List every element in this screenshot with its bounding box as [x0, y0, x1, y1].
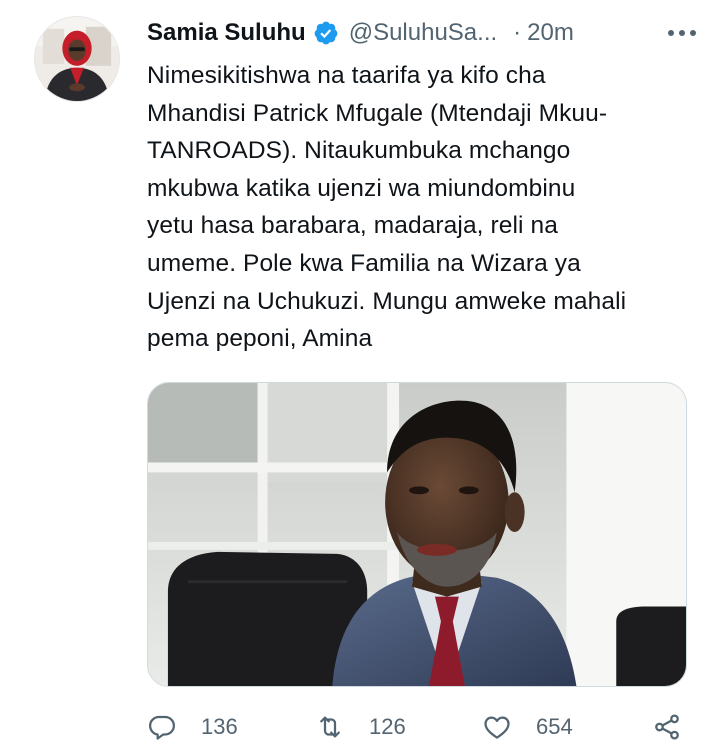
tweet-text-line: TANROADS). Nitaukumbuka mchango	[147, 137, 571, 165]
verified-badge-icon	[314, 21, 338, 45]
author-handle[interactable]: @SuluhuSa...	[349, 19, 497, 47]
tweet-text-line: Nimesikitishwa na taarifa ya kifo cha	[147, 62, 546, 89]
like-button[interactable]: 654	[482, 712, 573, 742]
retweet-button[interactable]: 126	[315, 712, 406, 742]
author-name[interactable]: Samia Suluhu	[147, 19, 306, 47]
retweet-icon	[320, 716, 340, 738]
tweet-text-line: Ujenzi na Uchukuzi. Mungu amweke mahali	[147, 287, 627, 315]
like-count: 654	[536, 714, 573, 739]
tweet-text-line: yetu hasa barabara, madaraja, reli na	[147, 212, 558, 240]
reply-count: 136	[201, 714, 238, 739]
photo-image	[148, 383, 686, 686]
separator-dot: ·	[513, 19, 522, 46]
share-icon	[655, 714, 679, 740]
tweet-text-line: mkubwa katika ujenzi wa miundombinu	[147, 174, 576, 202]
tweet-text: Nimesikitishwa na taarifa ya kifo cha Mh…	[147, 57, 702, 358]
tweet-actions: 136 126 654	[147, 707, 692, 747]
retweet-count: 126	[369, 714, 406, 739]
heart-icon	[484, 716, 510, 739]
tweet-text-line: umeme. Pole kwa Familia na Wizara ya	[147, 249, 581, 277]
timestamp[interactable]: 20m	[527, 19, 574, 47]
tweet-text-line: pema peponi, Amina	[147, 325, 373, 353]
tweet-text-line: Mhandisi Patrick Mfugale (Mtendaji Mkuu-	[147, 99, 608, 127]
tweet-media-photo[interactable]	[147, 382, 687, 687]
author-avatar[interactable]	[34, 16, 120, 102]
reply-button[interactable]: 136	[147, 712, 238, 742]
share-button[interactable]	[652, 712, 682, 742]
avatar-image	[35, 17, 119, 101]
reply-icon	[149, 715, 175, 740]
more-options-icon[interactable]	[664, 23, 700, 43]
tweet-header: Samia Suluhu @SuluhuSa... · 20m	[147, 14, 700, 52]
